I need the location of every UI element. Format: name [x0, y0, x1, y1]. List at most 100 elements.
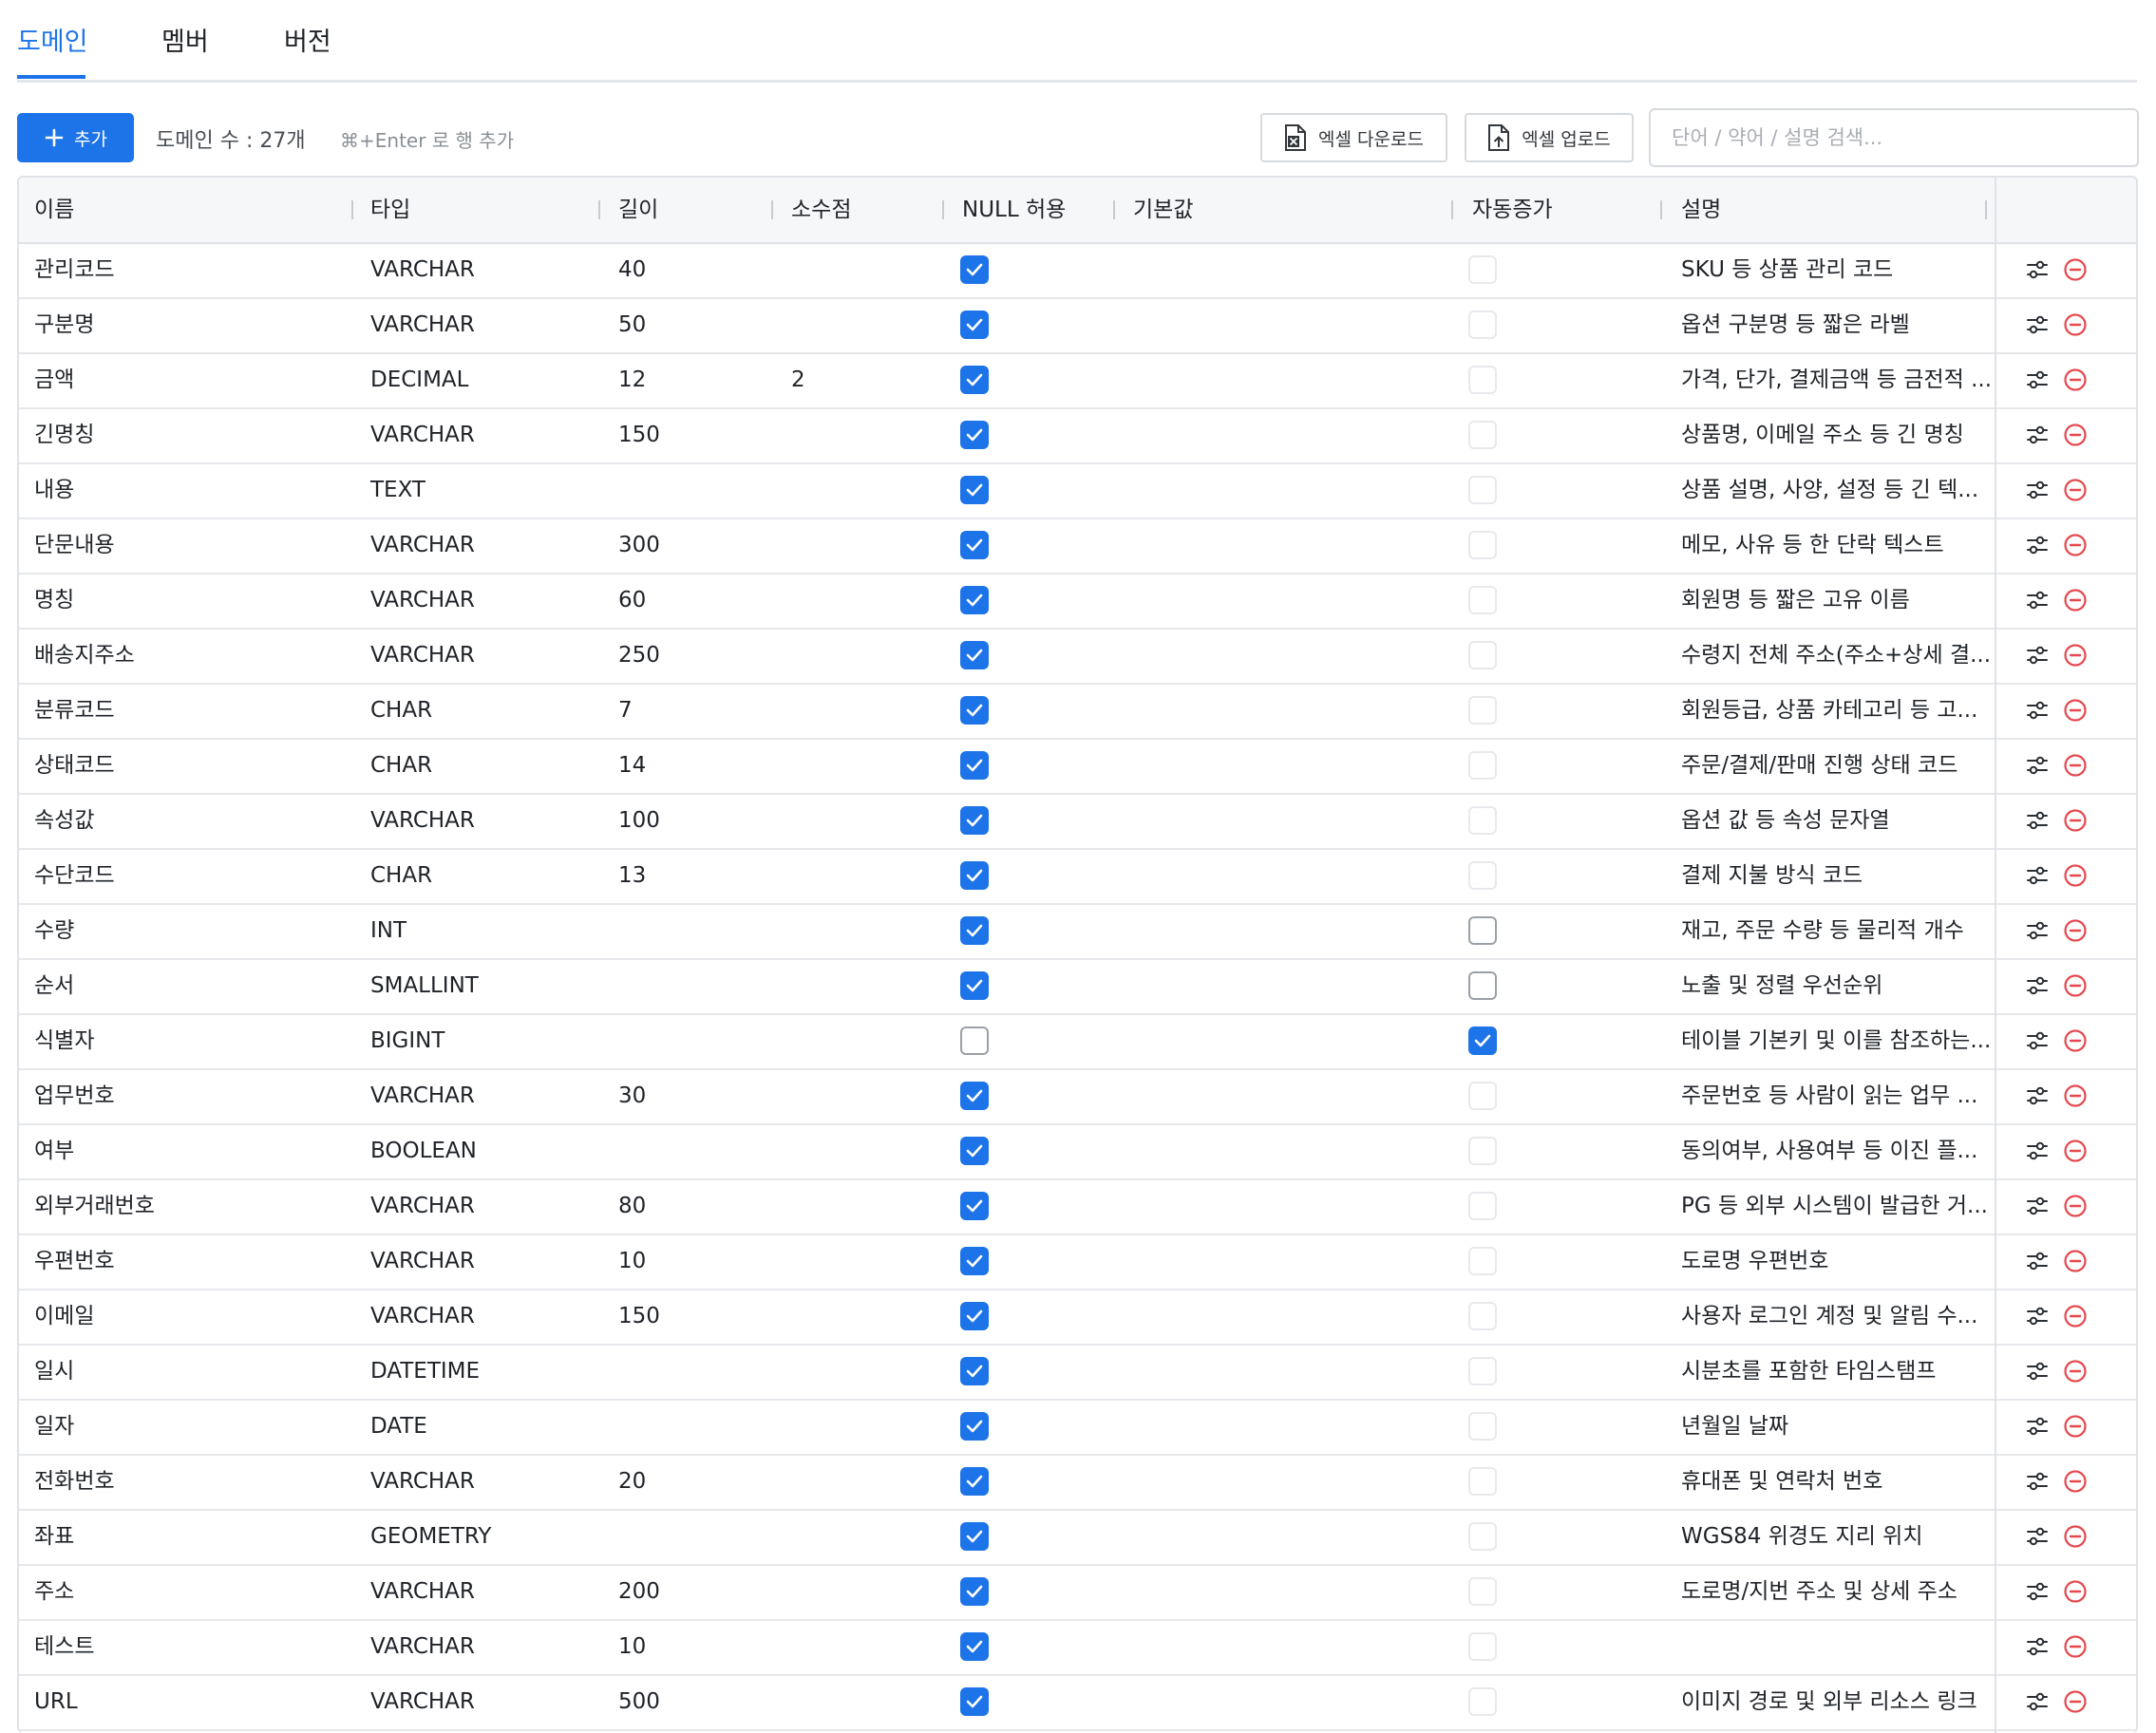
- nullable-checkbox[interactable]: [960, 1522, 989, 1551]
- settings-sliders-icon[interactable]: [2025, 698, 2050, 723]
- settings-sliders-icon[interactable]: [2025, 1083, 2050, 1108]
- nullable-checkbox[interactable]: [960, 1302, 989, 1330]
- excel-upload-button[interactable]: 엑셀 업로드: [1465, 113, 1634, 162]
- cell-description[interactable]: 상품 설명, 사양, 설정 등 긴 텍...: [1681, 462, 1978, 518]
- cell-description[interactable]: 주문/결제/판매 진행 상태 코드: [1681, 738, 1957, 793]
- remove-row-icon[interactable]: [2063, 1524, 2088, 1549]
- header-name[interactable]: 이름: [34, 178, 74, 242]
- settings-sliders-icon[interactable]: [2025, 1469, 2050, 1494]
- header-default[interactable]: 기본값: [1133, 178, 1193, 242]
- cell-description[interactable]: 옵션 구분명 등 짧은 라벨: [1681, 297, 1910, 352]
- cell-name[interactable]: 일자: [34, 1399, 74, 1454]
- cell-name[interactable]: 분류코드: [34, 683, 115, 738]
- column-resize-handle[interactable]: [1113, 200, 1115, 219]
- table-row[interactable]: 이메일 VARCHAR 150 사용자 로그인 계정 및 알림 수...: [19, 1289, 2136, 1346]
- cell-type[interactable]: DECIMAL: [370, 352, 468, 407]
- nullable-checkbox[interactable]: [960, 806, 989, 835]
- cell-length[interactable]: 12: [618, 352, 646, 407]
- nullable-checkbox[interactable]: [960, 1082, 989, 1110]
- cell-name[interactable]: 전화번호: [34, 1454, 115, 1509]
- cell-type[interactable]: VARCHAR: [370, 1454, 475, 1509]
- cell-description[interactable]: 도로명/지번 주소 및 상세 주소: [1681, 1564, 1957, 1619]
- nullable-checkbox[interactable]: [960, 751, 989, 780]
- settings-sliders-icon[interactable]: [2025, 973, 2050, 998]
- cell-name[interactable]: 단문내용: [34, 518, 115, 573]
- header-description[interactable]: 설명: [1681, 178, 1721, 242]
- remove-row-icon[interactable]: [2063, 1083, 2088, 1108]
- column-resize-handle[interactable]: [1985, 200, 1987, 219]
- table-row[interactable]: 일시 DATETIME 시분초를 포함한 타임스탬프: [19, 1344, 2136, 1401]
- settings-sliders-icon[interactable]: [2025, 423, 2050, 447]
- settings-sliders-icon[interactable]: [2025, 533, 2050, 557]
- tab-member[interactable]: 멤버: [161, 21, 209, 76]
- table-row[interactable]: 업무번호 VARCHAR 30 주문번호 등 사람이 읽는 업무 ...: [19, 1068, 2136, 1125]
- cell-type[interactable]: VARCHAR: [370, 573, 475, 628]
- table-row[interactable]: 단문내용 VARCHAR 300 메모, 사유 등 한 단락 텍스트: [19, 518, 2136, 575]
- nullable-checkbox[interactable]: [960, 1192, 989, 1220]
- nullable-checkbox[interactable]: [960, 255, 989, 284]
- settings-sliders-icon[interactable]: [2025, 1689, 2050, 1714]
- nullable-checkbox[interactable]: [960, 311, 989, 339]
- cell-description[interactable]: 옵션 값 등 속성 문자열: [1681, 793, 1890, 848]
- column-resize-handle[interactable]: [1660, 200, 1662, 219]
- cell-type[interactable]: VARCHAR: [370, 1234, 475, 1289]
- cell-type[interactable]: VARCHAR: [370, 1674, 475, 1729]
- settings-sliders-icon[interactable]: [2025, 1249, 2050, 1273]
- nullable-checkbox[interactable]: [960, 861, 989, 890]
- column-resize-handle[interactable]: [1451, 200, 1453, 219]
- cell-length[interactable]: 20: [618, 1454, 646, 1509]
- cell-description[interactable]: 결제 지불 방식 코드: [1681, 848, 1863, 903]
- table-row[interactable]: 수단코드 CHAR 13 결제 지불 방식 코드: [19, 848, 2136, 905]
- remove-row-icon[interactable]: [2063, 863, 2088, 888]
- header-type[interactable]: 타입: [370, 178, 410, 242]
- header-auto-increment[interactable]: 자동증가: [1472, 178, 1553, 242]
- table-row[interactable]: 속성값 VARCHAR 100 옵션 값 등 속성 문자열: [19, 793, 2136, 850]
- cell-name[interactable]: 내용: [34, 462, 74, 518]
- settings-sliders-icon[interactable]: [2025, 478, 2050, 502]
- cell-name[interactable]: 순서: [34, 958, 74, 1013]
- cell-type[interactable]: INT: [370, 903, 407, 958]
- nullable-checkbox[interactable]: [960, 1467, 989, 1496]
- cell-type[interactable]: VARCHAR: [370, 628, 475, 683]
- settings-sliders-icon[interactable]: [2025, 753, 2050, 778]
- cell-description[interactable]: 동의여부, 사용여부 등 이진 플...: [1681, 1123, 1977, 1178]
- cell-name[interactable]: 금액: [34, 352, 74, 407]
- remove-row-icon[interactable]: [2063, 753, 2088, 778]
- cell-name[interactable]: 수량: [34, 903, 74, 958]
- tab-domain[interactable]: 도메인: [17, 21, 88, 79]
- auto-increment-checkbox[interactable]: [1468, 1027, 1497, 1055]
- nullable-checkbox[interactable]: [960, 916, 989, 945]
- remove-row-icon[interactable]: [2063, 1139, 2088, 1163]
- settings-sliders-icon[interactable]: [2025, 588, 2050, 612]
- remove-row-icon[interactable]: [2063, 1359, 2088, 1384]
- settings-sliders-icon[interactable]: [2025, 257, 2050, 282]
- settings-sliders-icon[interactable]: [2025, 1139, 2050, 1163]
- nullable-checkbox[interactable]: [960, 641, 989, 669]
- cell-length[interactable]: 14: [618, 738, 646, 793]
- cell-name[interactable]: 속성값: [34, 793, 94, 848]
- column-resize-handle[interactable]: [351, 200, 353, 219]
- remove-row-icon[interactable]: [2063, 588, 2088, 612]
- table-row[interactable]: 상태코드 CHAR 14 주문/결제/판매 진행 상태 코드: [19, 738, 2136, 795]
- cell-name[interactable]: 배송지주소: [34, 628, 135, 683]
- table-row[interactable]: 구분명 VARCHAR 50 옵션 구분명 등 짧은 라벨: [19, 297, 2136, 354]
- excel-download-button[interactable]: 엑셀 다운로드: [1260, 113, 1447, 162]
- settings-sliders-icon[interactable]: [2025, 312, 2050, 337]
- settings-sliders-icon[interactable]: [2025, 1194, 2050, 1218]
- nullable-checkbox[interactable]: [960, 1577, 989, 1606]
- cell-type[interactable]: VARCHAR: [370, 242, 475, 297]
- cell-length[interactable]: 13: [618, 848, 646, 903]
- cell-description[interactable]: 이미지 경로 및 외부 리소스 링크: [1681, 1674, 1977, 1729]
- nullable-checkbox[interactable]: [960, 696, 989, 725]
- cell-type[interactable]: CHAR: [370, 738, 432, 793]
- remove-row-icon[interactable]: [2063, 1579, 2088, 1604]
- cell-length[interactable]: 30: [618, 1068, 646, 1123]
- cell-length[interactable]: 10: [618, 1619, 646, 1674]
- cell-type[interactable]: VARCHAR: [370, 1619, 475, 1674]
- cell-length[interactable]: 150: [618, 407, 660, 462]
- table-row[interactable]: 외부거래번호 VARCHAR 80 PG 등 외부 시스템이 발급한 거...: [19, 1178, 2136, 1235]
- cell-name[interactable]: 이메일: [34, 1289, 94, 1344]
- table-row[interactable]: 순서 SMALLINT 노출 및 정렬 우선순위: [19, 958, 2136, 1015]
- remove-row-icon[interactable]: [2063, 808, 2088, 833]
- cell-type[interactable]: VARCHAR: [370, 297, 475, 352]
